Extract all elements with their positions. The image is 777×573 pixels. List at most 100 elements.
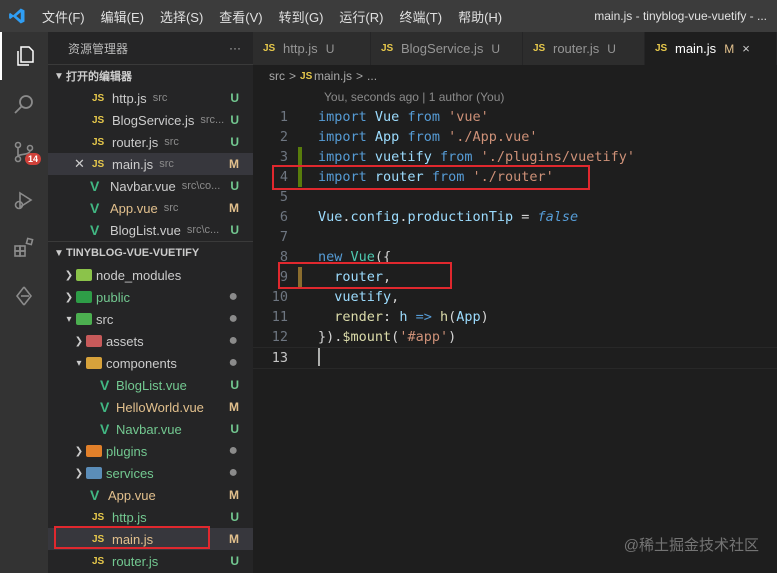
added-line-gutter [298, 147, 302, 167]
code-line: 10 vuetify, [253, 287, 777, 307]
tab-blogservice-js[interactable]: JS BlogService.js U [371, 32, 523, 65]
git-status: U [230, 91, 239, 105]
explorer-sidebar: 资源管理器 ··· ▼ 打开的编辑器 JS http.js src U JS B… [48, 32, 253, 573]
project-header[interactable]: ▼ TINYBLOG-VUE-VUETIFY [48, 241, 253, 264]
string-token: 'vue' [448, 109, 489, 125]
tree-folder-node-modules[interactable]: ❯ node_modules [48, 264, 253, 286]
open-editor-path: src [164, 136, 179, 148]
open-editor-item[interactable]: V Navbar.vue src\co... U [48, 175, 253, 197]
open-editors-header[interactable]: ▼ 打开的编辑器 [48, 64, 253, 87]
menu-terminal[interactable]: 终端(T) [391, 7, 450, 26]
file-name: router.js [112, 553, 159, 569]
menu-help[interactable]: 帮助(H) [450, 7, 510, 26]
open-editor-name: BlogList.vue [110, 222, 181, 238]
source-control-activity[interactable]: 14 [0, 128, 48, 176]
menu-run[interactable]: 运行(R) [331, 7, 391, 26]
open-editor-item[interactable]: V BlogList.vue src\c... U [48, 219, 253, 241]
open-editor-item[interactable]: JS http.js src U [48, 87, 253, 109]
folder-name: assets [106, 333, 144, 349]
code-line: 6 Vue. config. productionTip = false [253, 207, 777, 227]
tree-file-helloworld[interactable]: V HelloWorld.vue M [48, 396, 253, 418]
js-file-icon: JS [92, 555, 105, 567]
close-icon[interactable]: × [742, 41, 750, 56]
git-status: U [230, 135, 239, 149]
tree-folder-services[interactable]: ❯ services ● [48, 462, 253, 484]
open-editor-path: src... [200, 114, 225, 126]
menu-view[interactable]: 查看(V) [211, 7, 270, 26]
folder-name: components [106, 355, 177, 371]
highlight-router-option [278, 262, 452, 289]
tree-folder-assets[interactable]: ❯ assets ● [48, 330, 253, 352]
open-editor-item-active[interactable]: ✕ JS main.js src M [48, 153, 253, 175]
close-icon[interactable]: ✕ [74, 156, 92, 172]
punctuation-token: . [399, 209, 408, 225]
menu-selection[interactable]: 选择(S) [152, 7, 211, 26]
breadcrumb-symbol[interactable]: ... [367, 69, 377, 83]
string-token: './plugins/vuetify' [480, 149, 636, 165]
tree-file-app-vue[interactable]: V App.vue M [48, 484, 253, 506]
identifier-token: App [374, 129, 400, 145]
punctuation-token: ( [391, 329, 400, 345]
tab-label: BlogService.js [401, 41, 484, 56]
open-editor-item[interactable]: JS BlogService.js src... U [48, 109, 253, 131]
code-line: 3 import vuetify from './plugins/vuetify… [253, 147, 777, 167]
param-token: h [399, 309, 408, 325]
open-editor-item[interactable]: V App.vue src M [48, 197, 253, 219]
open-editor-name: http.js [112, 90, 147, 106]
open-editor-name: App.vue [110, 200, 158, 216]
tree-file-router-js[interactable]: JS router.js U [48, 550, 253, 572]
punctuation-token: ) [448, 329, 457, 345]
vue-file-icon: V [90, 222, 100, 238]
code-line: 11 render: h => h(App) [253, 307, 777, 327]
search-activity[interactable] [0, 80, 48, 128]
open-editor-item[interactable]: JS router.js src U [48, 131, 253, 153]
gutter [298, 187, 302, 207]
vue-file-icon: V [90, 487, 100, 503]
tab-http-js[interactable]: JS http.js U [253, 32, 371, 65]
operator-token: = [513, 209, 538, 225]
tree-folder-public[interactable]: ❯ public ● [48, 286, 253, 308]
breadcrumb-folder[interactable]: src [269, 69, 285, 83]
more-actions-icon[interactable]: ··· [229, 41, 241, 55]
js-file-icon: JS [92, 114, 105, 126]
tab-router-js[interactable]: JS router.js U [523, 32, 645, 65]
keyword-token: import [318, 129, 367, 145]
tree-folder-src[interactable]: ▾ src ● [48, 308, 253, 330]
tab-main-js[interactable]: JS main.js M × [645, 32, 777, 65]
open-editors-title: 打开的编辑器 [66, 71, 132, 83]
breadcrumb-file[interactable]: main.js [314, 69, 352, 83]
git-blame-codelens[interactable]: You, seconds ago | 1 author (You) [253, 87, 777, 107]
tab-status: M [724, 41, 735, 56]
vue-file-icon: V [100, 421, 110, 437]
tree-file-bloglist[interactable]: V BlogList.vue U [48, 374, 253, 396]
tree-file-navbar[interactable]: V Navbar.vue U [48, 418, 253, 440]
remote-activity[interactable] [0, 272, 48, 320]
tree-file-http-js[interactable]: JS http.js U [48, 506, 253, 528]
tree-folder-plugins[interactable]: ❯ plugins ● [48, 440, 253, 462]
run-debug-activity[interactable] [0, 176, 48, 224]
tab-label: main.js [675, 41, 717, 56]
code-editor[interactable]: 1 import Vue from 'vue' 2 import App fro… [253, 107, 777, 369]
menu-file[interactable]: 文件(F) [34, 7, 93, 26]
code-line: 5 [253, 187, 777, 207]
gutter [298, 327, 302, 347]
tab-label: router.js [553, 41, 600, 56]
git-status: M [229, 400, 239, 414]
tree-folder-components[interactable]: ▾ components ● [48, 352, 253, 374]
js-file-icon: JS [381, 43, 394, 54]
extensions-activity[interactable] [0, 224, 48, 272]
modified-dot: ● [228, 332, 238, 349]
menu-go[interactable]: 转到(G) [271, 7, 332, 26]
menu-edit[interactable]: 编辑(E) [93, 7, 152, 26]
punctuation-token: : [383, 309, 400, 325]
node-folder-icon [76, 269, 92, 281]
identifier-token: Vue [374, 109, 400, 125]
line-number: 6 [279, 209, 288, 225]
explorer-activity[interactable] [0, 32, 48, 80]
modified-dot: ● [228, 442, 238, 459]
js-file-icon: JS [263, 43, 276, 54]
